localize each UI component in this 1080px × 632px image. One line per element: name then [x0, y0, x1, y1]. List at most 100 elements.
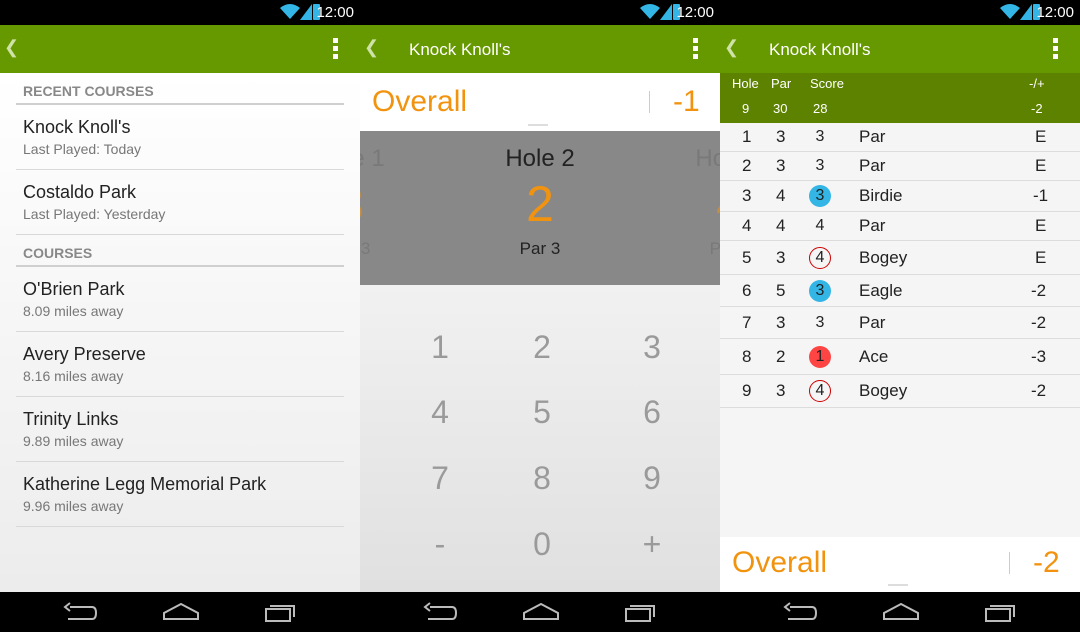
hole-card-next[interactable]: Hole 3 4 Par 4: [660, 131, 720, 285]
key-6[interactable]: 6: [597, 382, 707, 442]
hole-score-bogey-circle: 4: [809, 246, 831, 269]
signal-icon: [1020, 4, 1032, 20]
scorecard-header: Hole Par Score -/+ 9 30 28 -2: [720, 73, 1080, 123]
hole-score: 3: [360, 175, 420, 233]
total-diff: -2: [1031, 101, 1043, 116]
scorecard-rows: 1 3 3 Par E 2 3 3 Par E 3 4 3 Birdie -1 …: [720, 123, 1080, 408]
header-par: Par: [771, 76, 792, 91]
action-bar: ❮ Knock Knoll's: [720, 25, 1080, 73]
signal-icon: [300, 4, 312, 20]
course-name: O'Brien Park: [23, 279, 125, 299]
header-diff: -/+: [1029, 76, 1045, 91]
home-nav-icon[interactable]: [882, 601, 920, 623]
hole-diff: -3: [1031, 346, 1047, 366]
back-icon[interactable]: ❮: [4, 37, 19, 58]
overall-divider: [649, 91, 650, 113]
course-item-costaldo-park[interactable]: Costaldo Park Last Played: Yesterday: [16, 170, 344, 235]
header-hole: Hole: [732, 76, 759, 91]
hole-score: 4: [660, 175, 720, 233]
recents-nav-icon[interactable]: [264, 601, 298, 623]
hole-diff: E: [1035, 156, 1047, 175]
course-item-avery-preserve[interactable]: Avery Preserve 8.16 miles away: [16, 332, 344, 397]
navigation-bar: [0, 592, 360, 632]
overall-value: -1: [673, 85, 700, 118]
overflow-menu-icon[interactable]: [1053, 38, 1058, 60]
total-holes: 9: [742, 101, 750, 116]
overall-summary[interactable]: Overall -2: [720, 537, 1080, 592]
course-item-trinity-links[interactable]: Trinity Links 9.89 miles away: [16, 397, 344, 462]
table-row[interactable]: 3 4 3 Birdie -1: [720, 181, 1080, 212]
key-minus[interactable]: -: [385, 514, 495, 574]
course-subtitle: 9.96 miles away: [23, 498, 124, 514]
overflow-menu-icon[interactable]: [333, 38, 338, 60]
back-nav-icon[interactable]: [422, 601, 458, 623]
key-4[interactable]: 4: [385, 382, 495, 442]
overall-summary[interactable]: Overall -1: [360, 73, 720, 131]
table-row[interactable]: 7 3 3 Par -2: [720, 307, 1080, 339]
hole-number: 8: [742, 346, 752, 366]
action-bar-title: Knock Knoll's: [409, 40, 511, 59]
hole-card-current[interactable]: Hole 2 2 Par 3: [470, 131, 610, 285]
key-8[interactable]: 8: [487, 448, 597, 508]
key-1[interactable]: 1: [385, 317, 495, 377]
table-row[interactable]: 4 4 4 Par E: [720, 212, 1080, 241]
drag-handle[interactable]: [888, 584, 908, 586]
back-icon[interactable]: ❮: [364, 37, 379, 58]
status-bar: 12:00: [0, 0, 360, 25]
status-time: 12:00: [316, 4, 354, 21]
key-7[interactable]: 7: [385, 448, 495, 508]
course-subtitle: 8.09 miles away: [23, 303, 124, 319]
hole-carousel[interactable]: Hole 1 3 Par 3 Hole 2 2 Par 3 Hole 3 4 P…: [360, 131, 720, 285]
table-row[interactable]: 5 3 4 Bogey E: [720, 241, 1080, 275]
hole-title: Hole 3: [695, 145, 720, 172]
status-bar: 12:00: [360, 0, 720, 25]
hole-result: Par: [859, 312, 886, 332]
back-nav-icon[interactable]: [782, 601, 818, 623]
hole-number: 6: [742, 280, 752, 300]
scorecard-screen: 12:00 ❮ Knock Knoll's Hole Par Score -/+…: [720, 0, 1080, 632]
table-row[interactable]: 2 3 3 Par E: [720, 152, 1080, 181]
hole-card-prev[interactable]: Hole 1 3 Par 3: [360, 131, 420, 285]
hole-result: Par: [859, 127, 886, 146]
wifi-icon: [640, 4, 660, 19]
drag-handle[interactable]: [528, 124, 548, 126]
recents-nav-icon[interactable]: [624, 601, 658, 623]
header-score: Score: [810, 76, 844, 91]
scorecard-empty-area: [720, 408, 1080, 537]
hole-par: Par 4: [709, 239, 720, 258]
key-9[interactable]: 9: [597, 448, 707, 508]
table-row[interactable]: 9 3 4 Bogey -2: [720, 375, 1080, 408]
navigation-bar: [360, 592, 720, 632]
course-name: Katherine Legg Memorial Park: [23, 474, 267, 494]
hole-number: 1: [742, 127, 752, 146]
key-plus[interactable]: +: [597, 514, 707, 574]
course-name: Knock Knoll's: [23, 117, 131, 137]
home-nav-icon[interactable]: [162, 601, 200, 623]
key-0[interactable]: 0: [487, 514, 597, 574]
course-item-knock-knolls[interactable]: Knock Knoll's Last Played: Today: [16, 105, 344, 170]
hole-diff: E: [1035, 247, 1047, 267]
back-icon[interactable]: ❮: [724, 37, 739, 58]
hole-score-birdie-badge: 3: [809, 185, 831, 207]
courses-header: COURSES: [16, 245, 344, 267]
course-item-obrien-park[interactable]: O'Brien Park 8.09 miles away: [16, 267, 344, 332]
course-name: Avery Preserve: [23, 344, 146, 364]
overall-label: Overall: [372, 85, 468, 118]
hole-diff: -1: [1033, 186, 1049, 205]
table-row[interactable]: 1 3 3 Par E: [720, 123, 1080, 152]
hole-score: 3: [815, 157, 825, 174]
back-nav-icon[interactable]: [62, 601, 98, 623]
course-list-screen: 12:00 ❮ RECENT COURSES Knock Knoll's Las…: [0, 0, 360, 632]
key-2[interactable]: 2: [487, 317, 597, 377]
score-entry-screen: 12:00 ❮ Knock Knoll's Overall -1 Hole 1 …: [360, 0, 720, 632]
overflow-menu-icon[interactable]: [693, 38, 698, 60]
recents-nav-icon[interactable]: [984, 601, 1018, 623]
hole-result: Ace: [859, 346, 889, 366]
key-3[interactable]: 3: [597, 317, 707, 377]
table-row[interactable]: 8 2 1 Ace -3: [720, 339, 1080, 375]
key-5[interactable]: 5: [487, 382, 597, 442]
table-row[interactable]: 6 5 3 Eagle -2: [720, 275, 1080, 307]
course-item-katherine-legg[interactable]: Katherine Legg Memorial Park 9.96 miles …: [16, 462, 344, 527]
home-nav-icon[interactable]: [522, 601, 560, 623]
total-par: 30: [773, 101, 788, 116]
